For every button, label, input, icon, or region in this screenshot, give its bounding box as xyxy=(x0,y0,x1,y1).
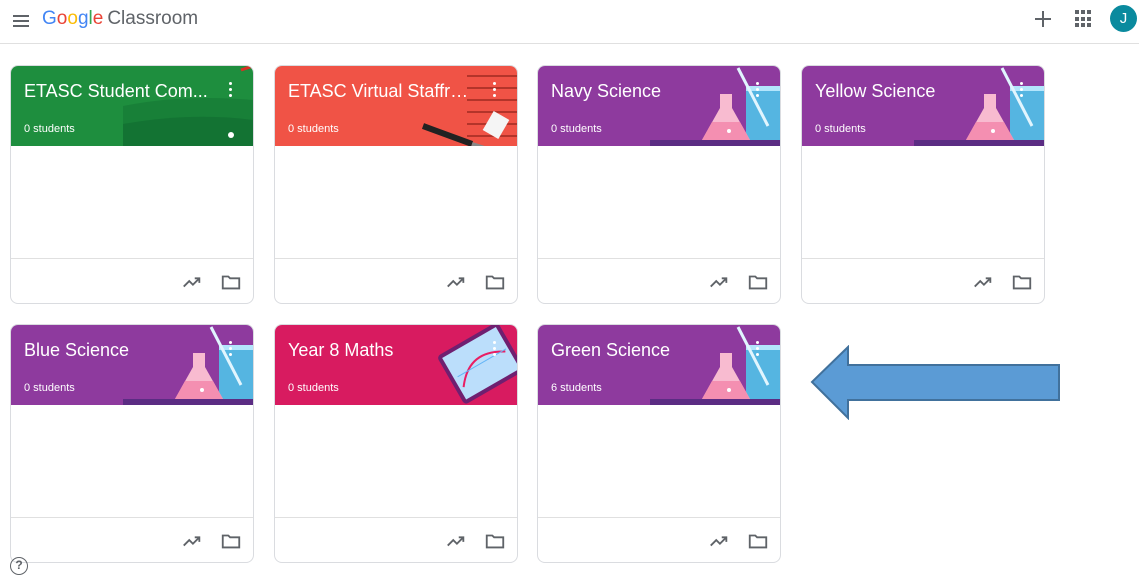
class-theme-illustration xyxy=(123,66,253,146)
class-title[interactable]: Navy Science xyxy=(551,80,661,102)
class-theme-illustration xyxy=(650,325,780,405)
class-card[interactable]: Blue Science 0 students xyxy=(10,324,254,563)
class-title[interactable]: ETASC Virtual Staffro... xyxy=(288,80,473,102)
folder-icon[interactable] xyxy=(484,271,506,293)
student-count: 0 students xyxy=(815,123,866,135)
trending-up-icon[interactable] xyxy=(708,271,730,293)
student-count: 0 students xyxy=(551,123,602,135)
trending-up-icon[interactable] xyxy=(181,271,203,293)
logo-letter: g xyxy=(77,8,89,29)
more-vert-icon[interactable] xyxy=(488,338,502,358)
class-title[interactable]: Blue Science xyxy=(24,339,129,361)
google-classroom-logo[interactable]: Google Classroom xyxy=(42,7,198,31)
product-name: Classroom xyxy=(107,8,199,29)
class-title[interactable]: Green Science xyxy=(551,339,670,361)
class-card-banner[interactable]: Green Science 6 students xyxy=(538,325,780,405)
student-count: 0 students xyxy=(24,123,75,135)
folder-icon[interactable] xyxy=(747,271,769,293)
class-card-banner[interactable]: Yellow Science 0 students xyxy=(802,66,1044,146)
class-card[interactable]: Green Science 6 students xyxy=(537,324,781,563)
trending-up-icon[interactable] xyxy=(445,271,467,293)
class-card-footer xyxy=(538,258,780,303)
class-card-banner[interactable]: Blue Science 0 students xyxy=(11,325,253,405)
trending-up-icon[interactable] xyxy=(972,271,994,293)
trending-up-icon[interactable] xyxy=(445,530,467,552)
menu-icon[interactable] xyxy=(10,9,34,33)
class-card-footer xyxy=(11,258,253,303)
student-count: 0 students xyxy=(288,382,339,394)
class-card-banner[interactable]: Navy Science 0 students xyxy=(538,66,780,146)
left-arrow-annotation xyxy=(810,345,1060,420)
class-theme-illustration xyxy=(650,66,780,146)
class-card[interactable]: Year 8 Maths 0 students xyxy=(274,324,518,563)
class-theme-illustration xyxy=(914,66,1044,146)
class-title[interactable]: Yellow Science xyxy=(815,80,935,102)
folder-icon[interactable] xyxy=(1011,271,1033,293)
class-card-footer xyxy=(538,517,780,562)
class-theme-illustration xyxy=(387,325,517,405)
plus-icon[interactable] xyxy=(1030,6,1056,32)
class-card-footer xyxy=(802,258,1044,303)
class-card-footer xyxy=(275,517,517,562)
folder-icon[interactable] xyxy=(220,271,242,293)
logo-letter: e xyxy=(92,8,104,29)
more-vert-icon[interactable] xyxy=(751,79,765,99)
more-vert-icon[interactable] xyxy=(488,79,502,99)
class-title[interactable]: Year 8 Maths xyxy=(288,339,393,361)
student-count: 0 students xyxy=(24,382,75,394)
account-avatar[interactable]: J xyxy=(1110,5,1137,32)
folder-icon[interactable] xyxy=(484,530,506,552)
top-app-bar: Google Classroom J xyxy=(0,0,1139,44)
class-theme-illustration xyxy=(123,325,253,405)
apps-grid-icon[interactable] xyxy=(1075,10,1093,28)
class-card-banner[interactable]: ETASC Virtual Staffro... 0 students xyxy=(275,66,517,146)
more-vert-icon[interactable] xyxy=(751,338,765,358)
logo-letter: o xyxy=(67,8,78,29)
class-title[interactable]: ETASC Student Com... xyxy=(24,80,208,102)
trending-up-icon[interactable] xyxy=(181,530,203,552)
folder-icon[interactable] xyxy=(747,530,769,552)
class-card[interactable]: ETASC Virtual Staffro... 0 students xyxy=(274,65,518,304)
more-vert-icon[interactable] xyxy=(1015,79,1029,99)
class-card[interactable]: Navy Science 0 students xyxy=(537,65,781,304)
logo-letter: o xyxy=(56,8,68,29)
logo-letter: G xyxy=(42,8,57,29)
class-card-footer xyxy=(11,517,253,562)
class-card[interactable]: ETASC Student Com... 0 students xyxy=(10,65,254,304)
classroom-app: Google Classroom J ETASC Student Com... 0 … xyxy=(0,0,1139,580)
class-card-footer xyxy=(275,258,517,303)
student-count: 0 students xyxy=(288,123,339,135)
class-card-banner[interactable]: Year 8 Maths 0 students xyxy=(275,325,517,405)
help-icon[interactable]: ? xyxy=(10,557,28,575)
more-vert-icon[interactable] xyxy=(224,79,238,99)
class-card[interactable]: Yellow Science 0 students xyxy=(801,65,1045,304)
student-count: 6 students xyxy=(551,382,602,394)
class-theme-illustration xyxy=(387,66,517,146)
folder-icon[interactable] xyxy=(220,530,242,552)
more-vert-icon[interactable] xyxy=(224,338,238,358)
trending-up-icon[interactable] xyxy=(708,530,730,552)
class-card-banner[interactable]: ETASC Student Com... 0 students xyxy=(11,66,253,146)
